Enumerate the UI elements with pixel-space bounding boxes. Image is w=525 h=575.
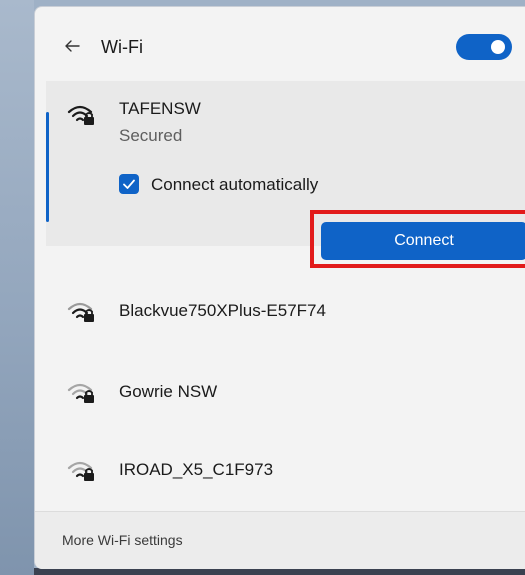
toggle-knob <box>491 40 505 54</box>
back-arrow-icon[interactable] <box>60 34 84 58</box>
network-name: TAFENSW <box>119 99 201 118</box>
page-title: Wi-Fi <box>101 37 143 57</box>
wifi-secured-icon <box>67 461 94 481</box>
connect-button[interactable]: Connect <box>321 222 525 260</box>
network-status: Secured <box>119 126 183 145</box>
network-item[interactable]: IROAD_X5_C1F973 <box>46 439 525 499</box>
wifi-secured-icon <box>67 383 94 403</box>
network-item[interactable]: Gowrie NSW <box>46 362 525 422</box>
network-item[interactable]: Blackvue750XPlus-E57F74 <box>46 282 525 342</box>
selection-indicator <box>46 112 49 222</box>
checkmark-icon <box>123 179 135 189</box>
connect-automatically-label: Connect automatically <box>151 175 319 194</box>
network-name: IROAD_X5_C1F973 <box>119 460 274 479</box>
network-name: Blackvue750XPlus-E57F74 <box>119 301 326 320</box>
wifi-secured-icon <box>67 302 94 322</box>
panel-footer: More Wi-Fi settings <box>35 512 525 569</box>
wifi-toggle[interactable] <box>456 34 512 60</box>
wifi-header: Wi-Fi <box>35 25 525 69</box>
wifi-panel: Wi-Fi TAFENSW Secured Connect automatica… <box>34 6 525 569</box>
network-item-expanded[interactable]: TAFENSW Secured Connect automatically Co… <box>46 81 525 268</box>
more-wifi-settings-link[interactable]: More Wi-Fi settings <box>62 532 183 548</box>
network-name: Gowrie NSW <box>119 382 218 401</box>
wifi-secured-icon <box>67 105 94 125</box>
taskbar-edge <box>34 568 525 575</box>
desktop-background <box>0 0 34 575</box>
connect-automatically-checkbox[interactable] <box>119 174 139 194</box>
